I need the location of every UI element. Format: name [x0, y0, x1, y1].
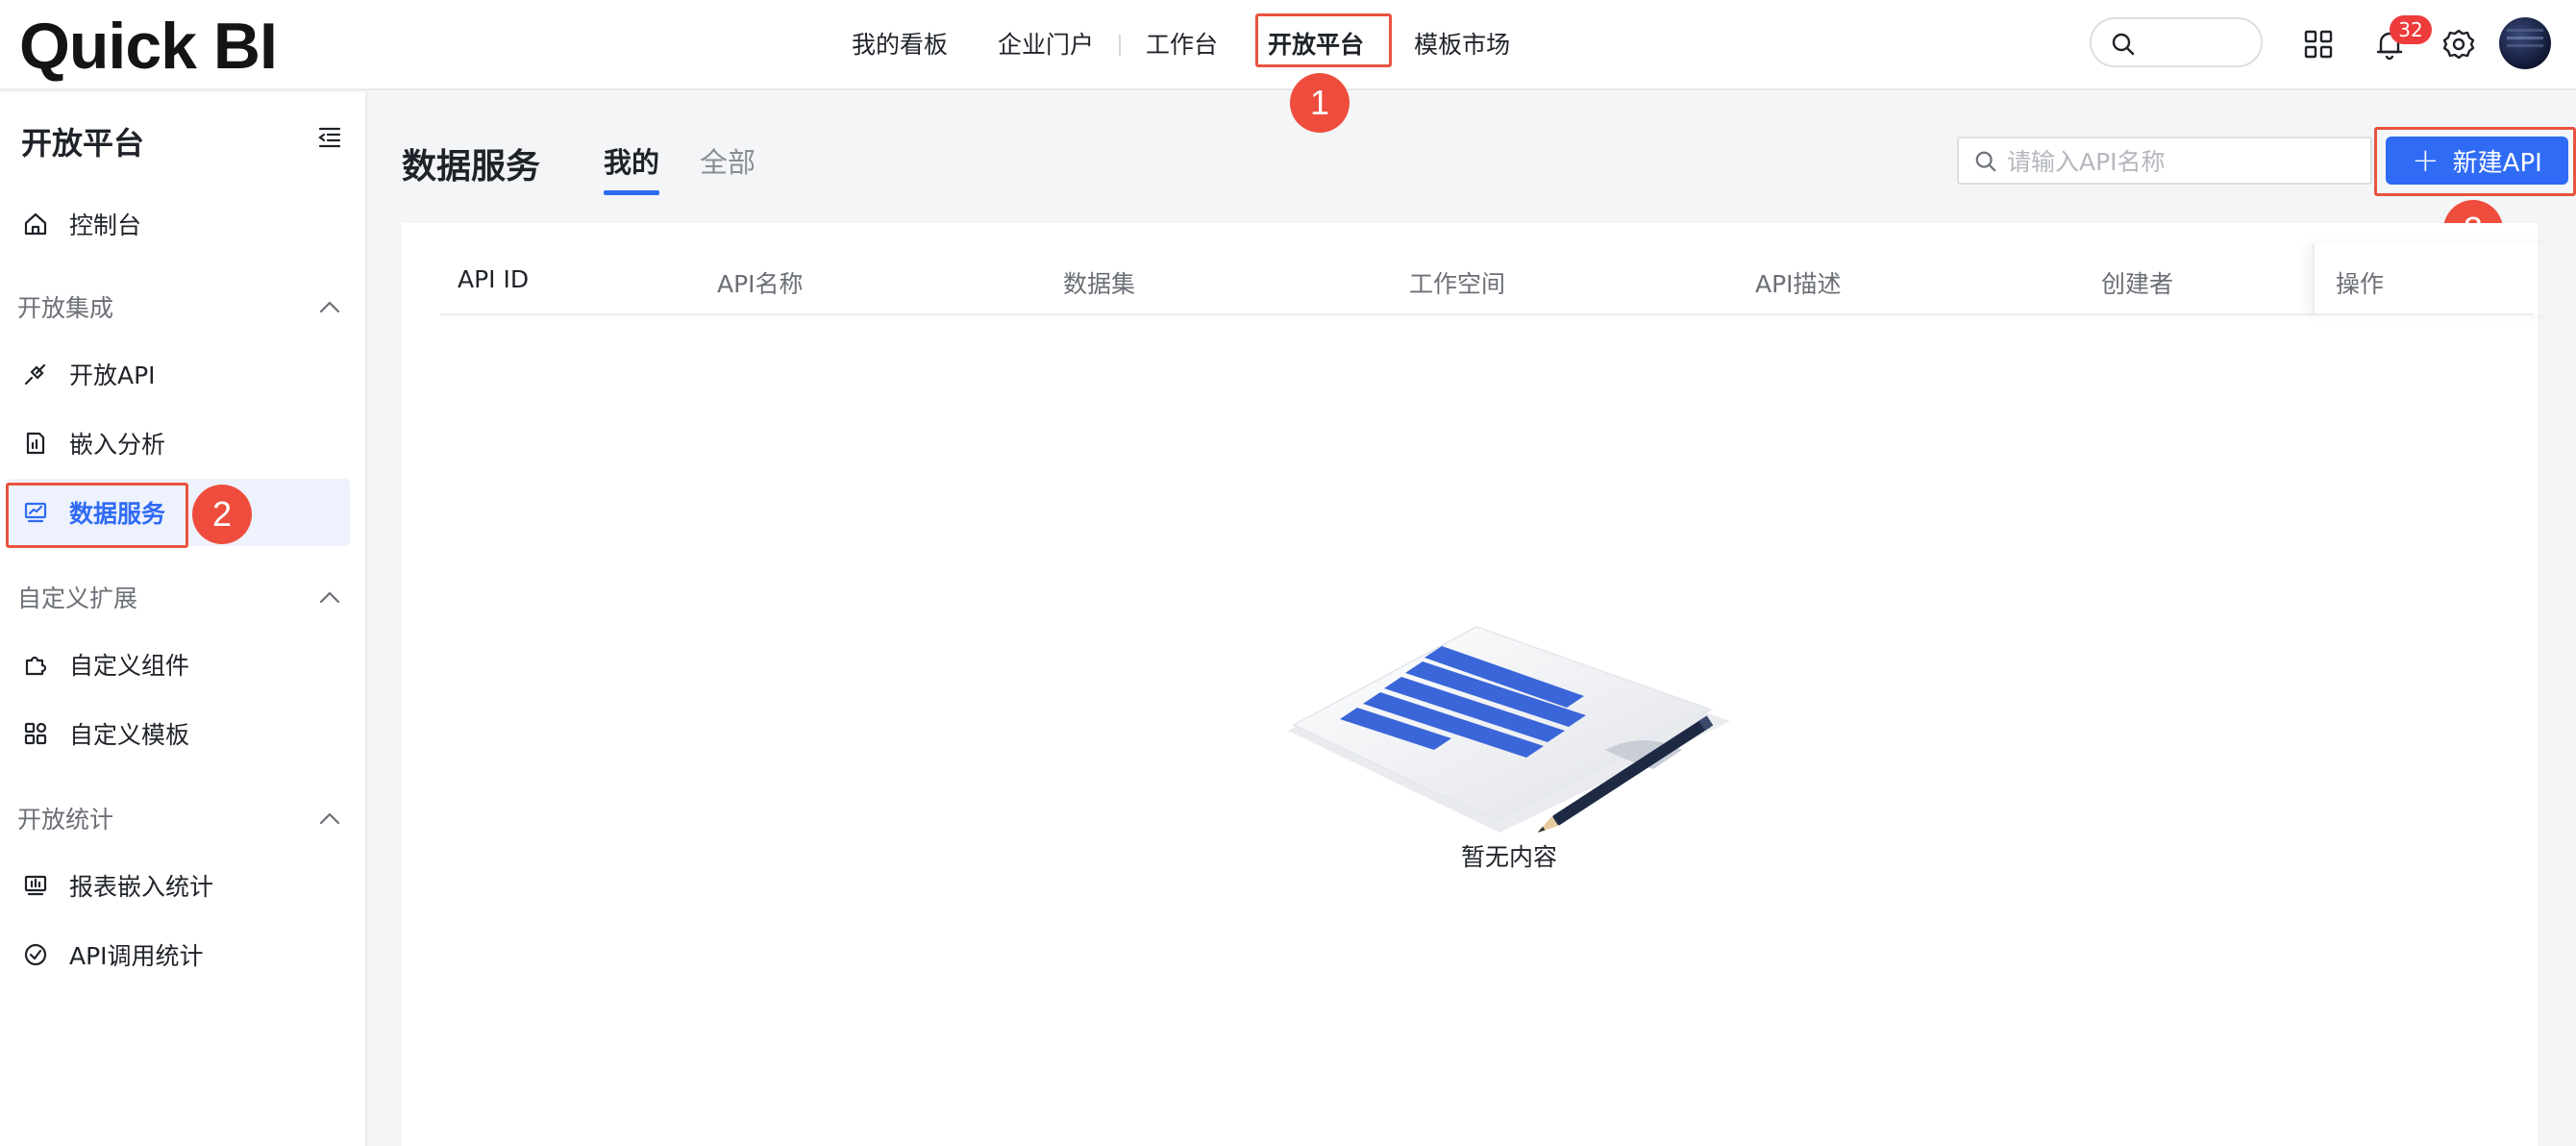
column-header-api-id[interactable]: API ID [458, 265, 529, 293]
column-header-api-name[interactable]: API名称 [717, 265, 804, 300]
chevron-up-icon [319, 301, 340, 313]
sidebar-group-label: 开放集成 [17, 294, 114, 322]
user-avatar[interactable] [2499, 17, 2551, 69]
nav-enterprise-portal[interactable]: 企业门户 [973, 21, 1119, 69]
sidebar-item-label: 开放API [69, 361, 156, 389]
sidebar-group-custom[interactable]: 自定义扩展 [17, 573, 340, 621]
new-api-button[interactable]: + 新建API [2386, 137, 2568, 185]
column-header-actions: 操作 [2336, 270, 2385, 298]
sidebar-item-label: 嵌入分析 [69, 431, 166, 459]
sidebar-group-label: 自定义扩展 [17, 585, 138, 612]
chevron-up-icon [319, 812, 340, 825]
page-title: 数据服务 [402, 147, 541, 187]
new-api-button-label: 新建API [2452, 148, 2542, 178]
sidebar-item-label: 报表嵌入统计 [69, 873, 214, 901]
sidebar-group-stats[interactable]: 开放统计 [17, 794, 340, 842]
top-nav: 我的看板 企业门户 工作台 开放平台 模板市场 [827, 0, 1535, 90]
column-header-creator[interactable]: 创建者 [2101, 265, 2173, 300]
plug-icon [21, 360, 50, 388]
sidebar-item-console[interactable]: 控制台 [8, 190, 350, 258]
api-search-box[interactable] [1957, 137, 2372, 185]
step-badge-1: 1 [1290, 73, 1350, 133]
plus-icon: + [2412, 141, 2440, 180]
column-header-actions-cell: 操作 [2313, 244, 2553, 315]
search-icon [2112, 33, 2135, 56]
sidebar-item-data-service[interactable]: 数据服务 [8, 479, 350, 546]
nav-open-platform[interactable]: 开放平台 [1243, 21, 1389, 69]
api-search-input[interactable] [2007, 144, 2363, 179]
collapse-sidebar-icon[interactable] [317, 125, 342, 154]
nav-template-market[interactable]: 模板市场 [1389, 21, 1535, 69]
sidebar: 开放平台 控制台 开放集成 开放API 嵌入分析 数据服务 自定义扩展 自定义组… [0, 92, 367, 1146]
sidebar-item-api-call-stats[interactable]: API调用统计 [8, 921, 350, 988]
sidebar-item-embed-analysis[interactable]: 嵌入分析 [8, 410, 350, 477]
column-header-workspace[interactable]: 工作空间 [1409, 265, 1505, 300]
nav-my-dashboard[interactable]: 我的看板 [827, 21, 973, 69]
sidebar-item-label: 自定义模板 [69, 721, 190, 749]
apps-grid-icon[interactable] [2297, 23, 2340, 65]
sidebar-group-label: 开放统计 [17, 806, 114, 834]
search-icon [1975, 151, 1996, 172]
quick-bi-logo[interactable]: Quick BI [19, 8, 278, 85]
sidebar-item-label: API调用统计 [69, 942, 204, 970]
sidebar-group-integration[interactable]: 开放集成 [17, 283, 340, 331]
sidebar-title: 开放平台 [21, 125, 145, 162]
empty-state-text: 暂无内容 [1461, 843, 1558, 871]
step-badge-2: 2 [192, 485, 252, 544]
nav-workbench[interactable]: 工作台 [1121, 21, 1243, 69]
sidebar-item-report-embed-stats[interactable]: 报表嵌入统计 [8, 852, 350, 919]
document-chart-icon [21, 429, 50, 458]
active-tab-indicator [604, 190, 659, 195]
chevron-up-icon [319, 591, 340, 604]
grid-blocks-icon [21, 719, 50, 748]
notification-count-badge: 32 [2390, 15, 2432, 44]
gear-icon[interactable] [2438, 23, 2480, 65]
home-icon [21, 210, 50, 238]
global-search[interactable] [2090, 17, 2263, 67]
tab-all[interactable]: 全部 [700, 140, 755, 181]
empty-document-illustration [1288, 626, 1730, 833]
monitor-bars-icon [21, 871, 50, 900]
monitor-chart-icon [21, 498, 50, 527]
sidebar-item-label: 自定义组件 [69, 652, 190, 680]
sidebar-item-label: 数据服务 [69, 500, 166, 528]
puzzle-icon [21, 650, 50, 679]
check-circle-icon [21, 940, 50, 969]
sidebar-item-custom-component[interactable]: 自定义组件 [8, 631, 350, 698]
top-bar: Quick BI 我的看板 企业门户 工作台 开放平台 模板市场 32 [0, 0, 2576, 90]
sidebar-item-custom-template[interactable]: 自定义模板 [8, 700, 350, 767]
table-header: API ID API名称 数据集 工作空间 API描述 创建者 操作 [440, 244, 2534, 315]
column-header-api-desc[interactable]: API描述 [1755, 265, 1842, 300]
tab-mine[interactable]: 我的 [604, 140, 659, 181]
column-header-dataset[interactable]: 数据集 [1063, 265, 1135, 300]
sidebar-item-open-api[interactable]: 开放API [8, 340, 350, 408]
logo-text: Quick BI [19, 10, 278, 83]
sidebar-item-label: 控制台 [69, 212, 142, 239]
